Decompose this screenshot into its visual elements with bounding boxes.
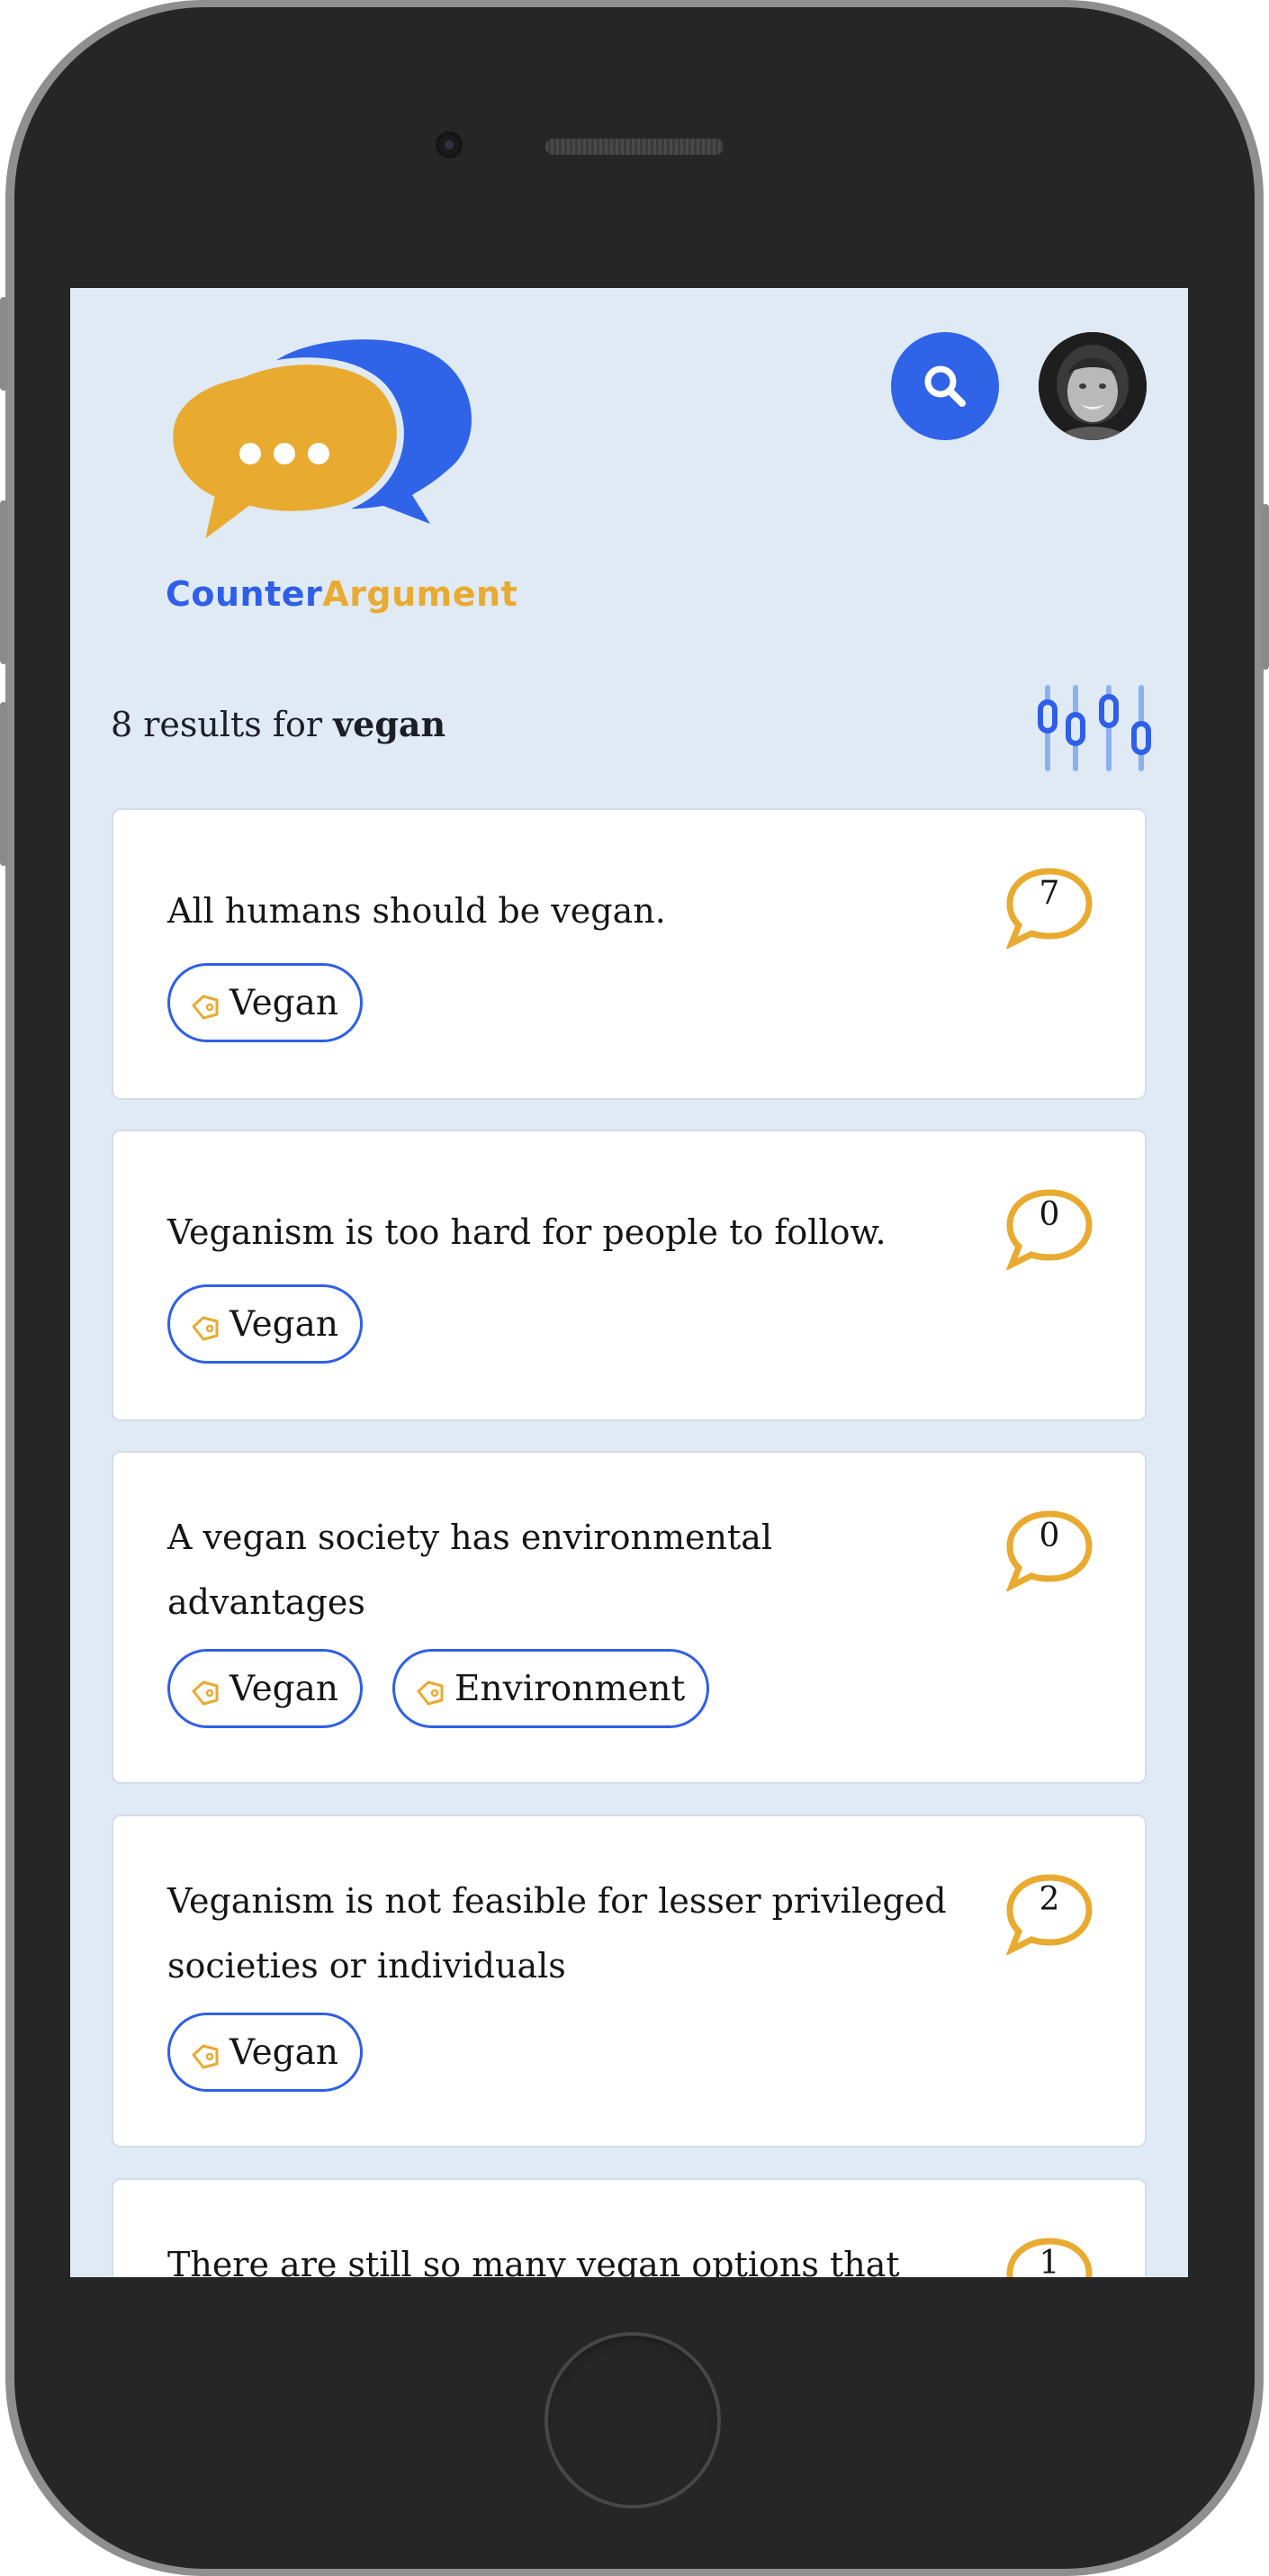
search-button[interactable] [891,332,999,440]
argument-card[interactable]: All humans should be vegan. 7 Vegan [112,808,1147,1100]
earpiece-speaker [545,139,724,155]
tag-label: Environment [454,1668,686,1709]
power-button [1262,504,1269,670]
comment-count: 7 [1004,866,1094,949]
wordmark-part1: Counter [166,574,323,614]
tag-vegan[interactable]: Vegan [167,1649,363,1728]
front-camera [436,131,463,158]
volume-down-button [0,702,7,866]
comment-count: 0 [1004,1187,1094,1270]
comment-count: 0 [1004,1509,1094,1591]
tag-vegan[interactable]: Vegan [167,963,363,1042]
tag-icon [192,2044,219,2069]
results-prefix: 8 results for [111,705,334,744]
argument-card[interactable]: A vegan society has environmental advant… [112,1451,1147,1784]
argument-card[interactable]: There are still so many vegan options th… [112,2178,1147,2277]
argument-title: Veganism is not feasible for lesser priv… [167,1881,947,1986]
comment-count-value: 1 [1039,2245,1060,2277]
argument-card[interactable]: Veganism is too hard for people to follo… [112,1130,1147,1421]
app-screen: CounterArgument 8 results for vegan All … [70,288,1188,2277]
tag-environment[interactable]: Environment [392,1649,710,1728]
tag-label: Vegan [230,2031,338,2073]
user-avatar[interactable] [1039,332,1147,440]
tag-icon [192,995,219,1020]
tag-label: Vegan [230,982,338,1023]
comment-count-value: 7 [1039,875,1060,912]
search-icon [924,365,966,407]
tag-vegan[interactable]: Vegan [167,2013,363,2092]
argument-title: All humans should be vegan. [167,891,666,931]
results-query: vegan [333,704,446,744]
wordmark-part2: Argument [322,574,518,614]
comment-count-value: 0 [1039,1518,1060,1554]
home-button[interactable] [544,2332,721,2508]
tag-label: Vegan [230,1668,338,1709]
argument-title: Veganism is too hard for people to follo… [167,1212,886,1252]
tag-label: Vegan [230,1303,338,1345]
tag-vegan[interactable]: Vegan [167,1284,363,1364]
comment-count: 2 [1004,1872,1094,1955]
user-photo-icon [1039,332,1147,440]
argument-title: There are still so many vegan options th… [167,2245,900,2277]
comment-count-value: 0 [1039,1196,1060,1233]
mute-switch [0,297,7,391]
sliders-icon[interactable] [1033,679,1156,778]
argument-title: A vegan society has environmental advant… [167,1518,773,1622]
volume-up-button [0,500,7,664]
argument-card[interactable]: Veganism is not feasible for lesser priv… [112,1815,1147,2148]
comment-count: 1 [1004,2236,1094,2277]
results-summary: 8 results for vegan [111,704,446,744]
tag-icon [192,1680,219,1706]
comment-count-value: 2 [1039,1881,1060,1918]
tag-icon [192,1316,219,1341]
app-wordmark: CounterArgument [166,574,518,614]
tag-icon [417,1680,444,1706]
